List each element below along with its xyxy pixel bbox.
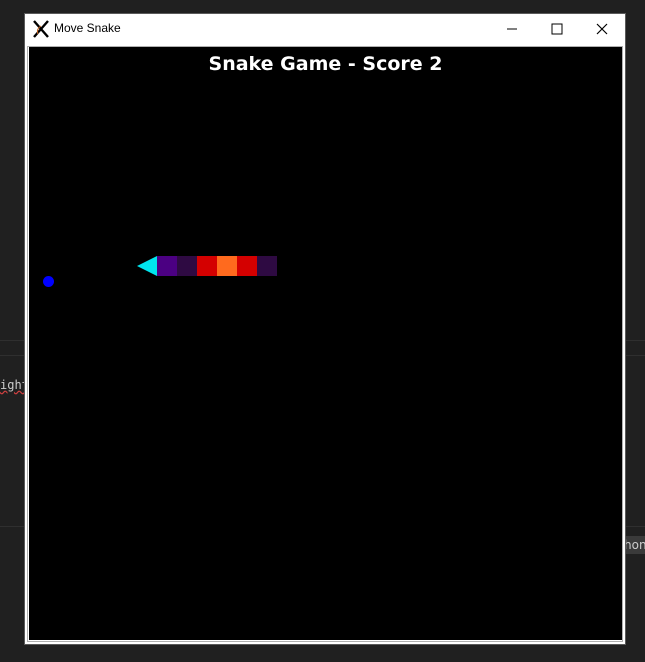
game-canvas[interactable]: Snake Game - Score 2 — [29, 47, 622, 640]
snake-head — [137, 256, 157, 276]
close-button[interactable] — [579, 14, 625, 44]
snake-segment — [237, 256, 257, 276]
minimize-button[interactable] — [489, 14, 535, 44]
maximize-button[interactable] — [534, 14, 580, 44]
snake-segment — [197, 256, 217, 276]
window-title: Move Snake — [54, 21, 121, 35]
food-dot — [43, 276, 54, 287]
maximize-icon — [551, 20, 563, 39]
x-app-icon — [32, 20, 50, 38]
snake-segment — [157, 256, 177, 276]
snake-segment — [217, 256, 237, 276]
snake-segment — [257, 256, 277, 276]
title-bar[interactable]: Move Snake — [25, 14, 625, 44]
background-text-right: hon — [624, 536, 645, 554]
close-icon — [596, 20, 608, 39]
snake-segment — [177, 256, 197, 276]
score-title: Snake Game - Score 2 — [208, 53, 443, 75]
minimize-icon — [506, 20, 518, 39]
